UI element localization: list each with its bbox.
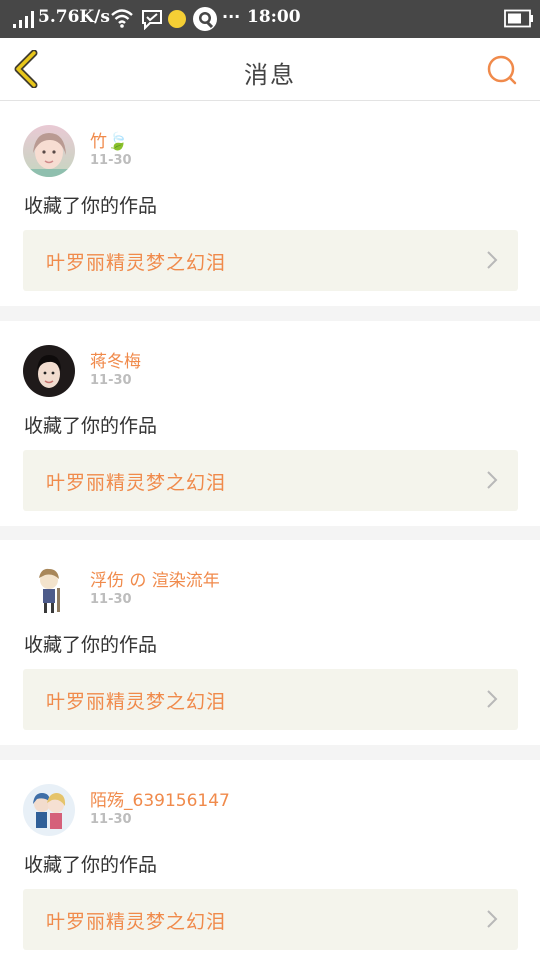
- message-date: 11-30: [90, 592, 132, 607]
- message-text: 收藏了你的作品: [24, 415, 158, 437]
- username[interactable]: 浮伤 の 渲染流年: [90, 566, 220, 591]
- work-link[interactable]: 叶罗丽精灵梦之幻泪: [23, 230, 518, 291]
- username[interactable]: 陌殇_639156147: [90, 786, 230, 811]
- message-card: 蒋冬梅 11-30 收藏了你的作品 叶罗丽精灵梦之幻泪: [0, 321, 540, 526]
- message-card: 陌殇_639156147 11-30 收藏了你的作品 叶罗丽精灵梦之幻泪: [0, 760, 540, 960]
- anime-couple-avatar[interactable]: [23, 784, 75, 836]
- chat-icon: [142, 10, 162, 30]
- woman-photo-avatar[interactable]: [23, 345, 75, 397]
- message-date: 11-30: [90, 373, 132, 388]
- yellow-dot-icon: [168, 10, 186, 28]
- page-title: 消息: [244, 61, 296, 89]
- work-link[interactable]: 叶罗丽精灵梦之幻泪: [23, 450, 518, 511]
- chevron-right-icon: [487, 690, 498, 708]
- username[interactable]: 竹🍃: [90, 127, 128, 152]
- anime-character-avatar[interactable]: [23, 564, 75, 616]
- chevron-right-icon: [487, 471, 498, 489]
- work-title: 叶罗丽精灵梦之幻泪: [46, 911, 227, 933]
- battery-icon: [504, 9, 533, 28]
- more-notifications-icon: ···: [222, 7, 241, 26]
- message-date: 11-30: [90, 812, 132, 827]
- network-speed: 5.76K/s: [38, 7, 110, 27]
- chevron-right-icon: [487, 910, 498, 928]
- message-text: 收藏了你的作品: [24, 634, 158, 656]
- message-card: 浮伤 の 渲染流年 11-30 收藏了你的作品 叶罗丽精灵梦之幻泪: [0, 540, 540, 745]
- girl-photo-avatar[interactable]: [23, 125, 75, 177]
- message-date: 11-30: [90, 153, 132, 168]
- clock: 18:00: [247, 7, 301, 27]
- work-title: 叶罗丽精灵梦之幻泪: [46, 472, 227, 494]
- message-text: 收藏了你的作品: [24, 854, 158, 876]
- signal-icon: [13, 11, 34, 28]
- message-card: 竹🍃 11-30 收藏了你的作品 叶罗丽精灵梦之幻泪: [0, 101, 540, 306]
- work-title: 叶罗丽精灵梦之幻泪: [46, 252, 227, 274]
- work-link[interactable]: 叶罗丽精灵梦之幻泪: [23, 889, 518, 950]
- status-bar: 5.76K/s ··· 18:00: [0, 0, 540, 38]
- wifi-icon: [111, 9, 133, 28]
- search-icon[interactable]: [486, 54, 518, 86]
- qq-icon: [193, 7, 217, 31]
- top-navigation-bar: 消息: [0, 38, 540, 101]
- chevron-right-icon: [487, 251, 498, 269]
- username[interactable]: 蒋冬梅: [90, 347, 141, 372]
- work-link[interactable]: 叶罗丽精灵梦之幻泪: [23, 669, 518, 730]
- work-title: 叶罗丽精灵梦之幻泪: [46, 691, 227, 713]
- message-text: 收藏了你的作品: [24, 195, 158, 217]
